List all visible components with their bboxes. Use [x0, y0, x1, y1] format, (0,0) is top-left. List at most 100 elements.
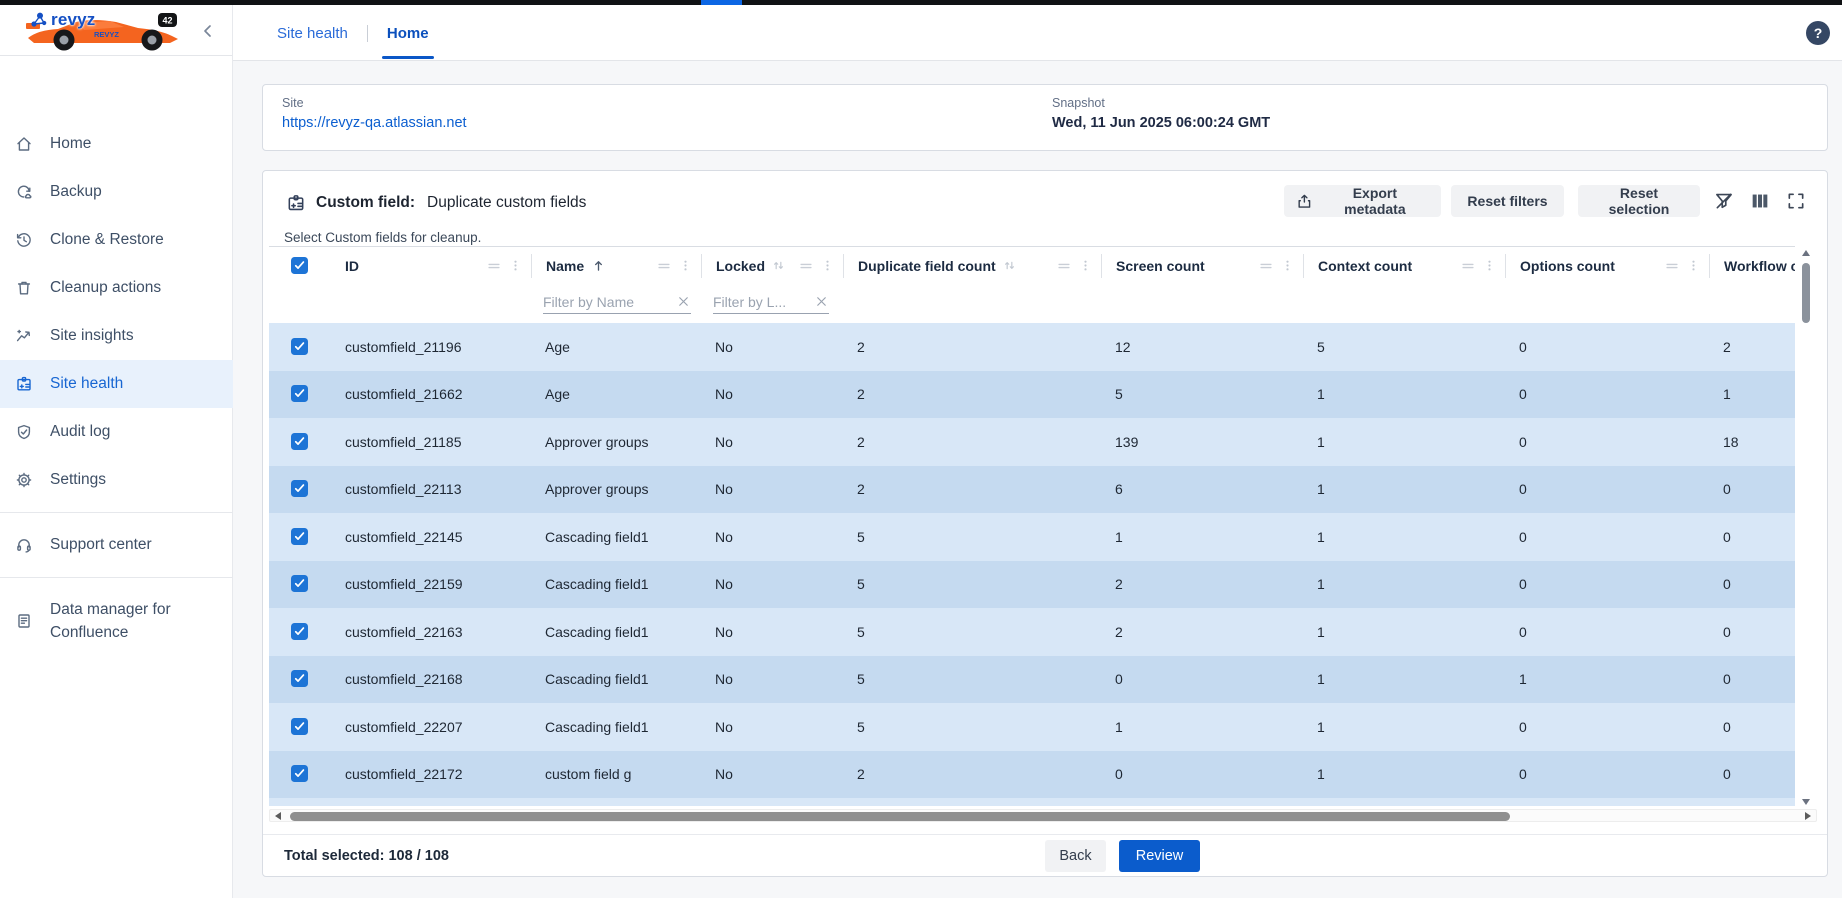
row-checkbox[interactable] — [291, 765, 308, 782]
table-cell: 2 — [1101, 624, 1303, 640]
sidebar-item-cleanup-actions[interactable]: Cleanup actions — [0, 264, 233, 312]
row-checkbox[interactable] — [291, 385, 308, 402]
select-all-checkbox[interactable] — [291, 257, 308, 274]
scroll-up-arrow-icon[interactable] — [1802, 250, 1810, 256]
sidebar-item-audit-log[interactable]: Audit log — [0, 408, 233, 456]
sidebar-item-site-insights[interactable]: Site insights — [0, 312, 233, 360]
back-button[interactable]: Back — [1045, 840, 1106, 872]
drag-handle-icon[interactable] — [798, 258, 814, 274]
column-header-screen-count[interactable]: Screen count — [1101, 254, 1303, 278]
horizontal-scrollbar[interactable] — [269, 809, 1817, 822]
row-checkbox[interactable] — [291, 433, 308, 450]
drag-handle-icon[interactable] — [656, 258, 672, 274]
table-cell: No — [701, 386, 843, 402]
row-checkbox[interactable] — [291, 670, 308, 687]
vertical-scrollbar[interactable] — [1800, 246, 1812, 807]
column-header-workflow-count[interactable]: Workflow count — [1709, 254, 1795, 278]
check-icon — [293, 435, 306, 448]
table-cell: Cascading field1 — [531, 529, 701, 545]
table-cell: customfield_21196 — [331, 339, 531, 355]
column-header-locked[interactable]: Locked — [701, 254, 843, 278]
row-checkbox[interactable] — [291, 528, 308, 545]
tab-site-health[interactable]: Site health — [275, 25, 350, 42]
table-cell: 1 — [1303, 434, 1505, 450]
column-menu-icon[interactable] — [1482, 258, 1497, 273]
table-cell: 0 — [1505, 339, 1709, 355]
table-cell: customfield_21662 — [331, 386, 531, 402]
sidebar-item-label: Site health — [50, 375, 123, 393]
snapshot-value: Wed, 11 Jun 2025 06:00:24 GMT — [1052, 115, 1270, 131]
scroll-left-arrow-icon[interactable] — [275, 812, 281, 820]
filter-locked-input[interactable] — [713, 294, 809, 310]
sidebar-item-settings[interactable]: Settings — [0, 456, 233, 504]
export-metadata-button[interactable]: Export metadata — [1284, 185, 1441, 217]
help-button[interactable]: ? — [1806, 21, 1830, 45]
sidebar-item-data-manager-confluence[interactable]: Data manager for Confluence — [0, 586, 233, 656]
table-cell: 0 — [1505, 624, 1709, 640]
sidebar-item-label: Settings — [50, 471, 106, 489]
column-menu-icon[interactable] — [508, 258, 523, 273]
column-menu-icon[interactable] — [678, 258, 693, 273]
drag-handle-icon[interactable] — [1664, 258, 1680, 274]
table-cell: 1 — [1101, 529, 1303, 545]
scroll-down-arrow-icon[interactable] — [1802, 799, 1810, 805]
drag-handle-icon[interactable] — [486, 258, 502, 274]
drag-handle-icon[interactable] — [1258, 258, 1274, 274]
column-label: Workflow count — [1724, 258, 1795, 274]
sidebar-item-clone-restore[interactable]: Clone & Restore — [0, 216, 233, 264]
filter-name-input[interactable] — [543, 294, 671, 310]
site-url-link[interactable]: https://revyz-qa.atlassian.net — [282, 115, 467, 131]
column-menu-icon[interactable] — [1686, 258, 1701, 273]
row-checkbox[interactable] — [291, 718, 308, 735]
sidebar-item-site-health[interactable]: Site health — [0, 360, 233, 408]
reset-selection-button[interactable]: Reset selection — [1578, 185, 1700, 217]
review-button[interactable]: Review — [1119, 840, 1200, 872]
site-label: Site — [282, 96, 467, 110]
scroll-right-arrow-icon[interactable] — [1805, 812, 1811, 820]
vert-scrollbar-thumb[interactable] — [1802, 263, 1810, 323]
column-menu-icon[interactable] — [1280, 258, 1295, 273]
tab-home[interactable]: Home — [385, 25, 431, 42]
clear-filter-icon[interactable] — [676, 294, 691, 309]
clear-filter-icon[interactable] — [814, 294, 829, 309]
horizontal-scrollbar-thumb[interactable] — [290, 812, 1510, 821]
table-cell: 1 — [1303, 624, 1505, 640]
revyz-logo: REVYZ 42 revyz — [26, 8, 190, 54]
sidebar-collapse-button[interactable] — [196, 19, 220, 43]
column-header-name[interactable]: Name — [531, 254, 701, 278]
svg-text:42: 42 — [163, 16, 173, 26]
sidebar-item-backup[interactable]: Backup — [0, 168, 233, 216]
table-row: customfield_22172custom field gNo20100 — [269, 751, 1795, 799]
column-header-id[interactable]: ID — [331, 254, 531, 278]
reset-filters-button[interactable]: Reset filters — [1451, 185, 1564, 217]
drag-handle-icon[interactable] — [1460, 258, 1476, 274]
column-label: Options count — [1520, 258, 1615, 274]
table-cell: 5 — [843, 624, 1101, 640]
row-checkbox[interactable] — [291, 623, 308, 640]
sidebar-item-support-center[interactable]: Support center — [0, 521, 233, 569]
column-header-options-count[interactable]: Options count — [1505, 254, 1709, 278]
filter-off-icon[interactable] — [1713, 191, 1735, 211]
column-header-duplicate-field-count[interactable]: Duplicate field count — [843, 254, 1101, 278]
sidebar-item-home[interactable]: Home — [0, 120, 233, 168]
sidebar-item-label: Audit log — [50, 423, 110, 441]
table-cell: 2 — [843, 766, 1101, 782]
drag-handle-icon[interactable] — [1056, 258, 1072, 274]
table-cell: 0 — [1709, 529, 1795, 545]
table-cell: 2 — [843, 386, 1101, 402]
column-menu-icon[interactable] — [1078, 258, 1093, 273]
columns-icon[interactable] — [1749, 191, 1771, 211]
column-menu-icon[interactable] — [820, 258, 835, 273]
column-label: Context count — [1318, 258, 1412, 274]
table-cell: Approver groups — [531, 434, 701, 450]
table-cell: 0 — [1709, 719, 1795, 735]
custom-fields-panel: Custom field: Duplicate custom fields Ex… — [262, 170, 1828, 877]
table-cell: 1 — [1101, 719, 1303, 735]
row-checkbox[interactable] — [291, 338, 308, 355]
column-header-context-count[interactable]: Context count — [1303, 254, 1505, 278]
fullscreen-icon[interactable] — [1785, 191, 1807, 211]
column-label: Screen count — [1116, 258, 1205, 274]
table-cell: customfield_22207 — [331, 719, 531, 735]
row-checkbox[interactable] — [291, 575, 308, 592]
row-checkbox[interactable] — [291, 480, 308, 497]
